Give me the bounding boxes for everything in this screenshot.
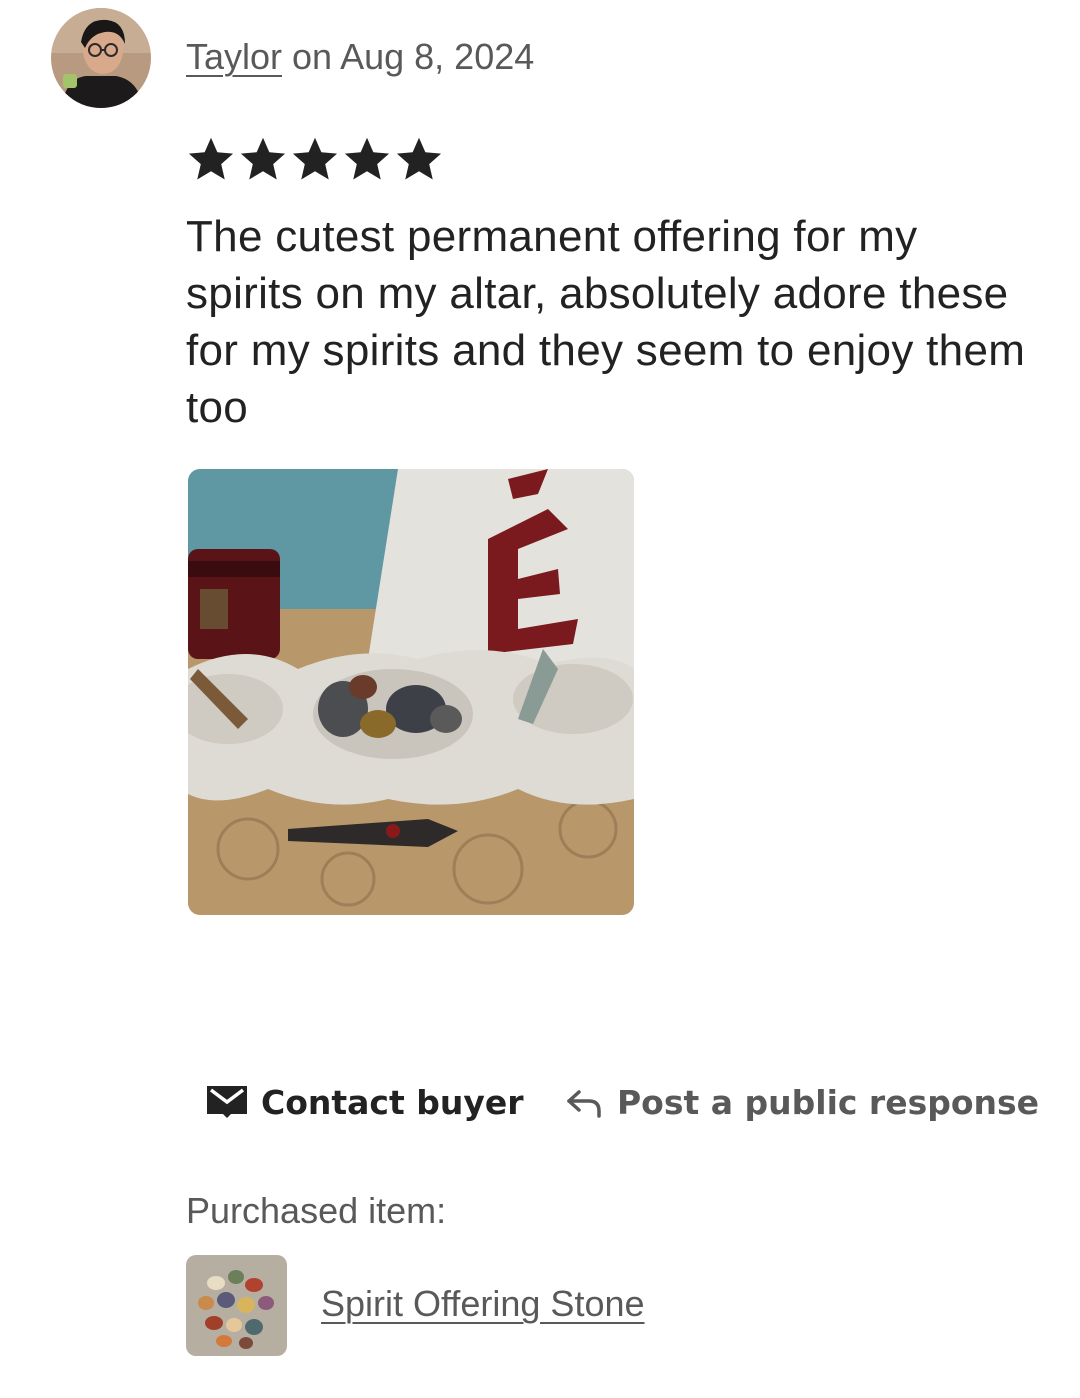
purchased-item-link[interactable]: Spirit Offering Stone [321, 1283, 645, 1325]
star-rating [186, 134, 444, 184]
purchased-item-image [186, 1255, 287, 1356]
review-photo[interactable] [188, 469, 634, 915]
star-icon [188, 137, 234, 180]
reply-arrow-icon [567, 1090, 601, 1118]
review-date: Aug 8, 2024 [340, 36, 535, 77]
contact-buyer-label: Contact buyer [261, 1082, 524, 1122]
post-public-response-label: Post a public response [617, 1082, 1040, 1122]
review-header: Taylor on Aug 8, 2024 [186, 36, 534, 78]
star-icon [240, 137, 286, 180]
review-text: The cutest permanent offering for my spi… [186, 212, 1026, 432]
star-icon [344, 137, 390, 180]
avatar-image [51, 8, 151, 108]
envelope-icon [207, 1086, 247, 1118]
purchased-item-thumbnail[interactable] [186, 1255, 287, 1356]
date-prefix: on [282, 36, 341, 77]
purchased-item-label: Purchased item: [186, 1190, 447, 1231]
star-icon [292, 137, 338, 180]
contact-buyer-button[interactable]: Contact buyer [205, 1080, 524, 1124]
star-icon [396, 137, 442, 180]
reviewer-avatar[interactable] [51, 8, 151, 108]
reviewer-name-link[interactable]: Taylor [186, 36, 282, 77]
review-photo-image [188, 469, 634, 915]
post-public-response-button[interactable]: Post a public response [565, 1080, 1039, 1124]
